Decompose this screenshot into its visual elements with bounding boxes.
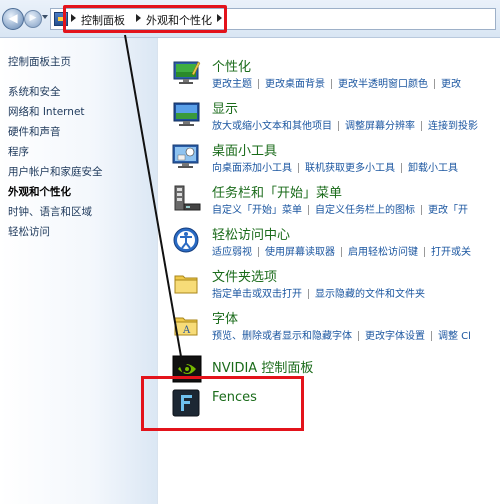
category-gadgets: 桌面小工具 向桌面添加小工具 联机获取更多小工具 卸载小工具	[172, 140, 500, 180]
category-title[interactable]: 显示	[212, 98, 238, 117]
taskbar-icon	[174, 185, 201, 211]
category-title[interactable]: 轻松访问中心	[212, 224, 290, 243]
link-window-color[interactable]: 更改半透明窗口颜色	[338, 79, 428, 90]
link-hidden-files[interactable]: 显示隐藏的文件和文件夹	[315, 289, 425, 300]
sidebar-item-programs[interactable]: 程序	[8, 144, 29, 159]
category-links: 放大或缩小文本和其他项目 调整屏幕分辨率 连接到投影	[212, 117, 478, 132]
sidebar-item-hardware-sound[interactable]: 硬件和声音	[8, 124, 61, 139]
sidebar-item-system-security[interactable]: 系统和安全	[8, 84, 61, 99]
link-customize-start[interactable]: 自定义「开始」菜单	[212, 205, 302, 216]
forward-button[interactable]: ▶	[24, 10, 42, 28]
category-fonts: A 字体 预览、删除或者显示和隐藏字体 更改字体设置 调整 Cl	[172, 308, 500, 348]
link-click-open[interactable]: 指定单击或双击打开	[212, 289, 302, 300]
link-change-background[interactable]: 更改桌面背景	[265, 79, 325, 90]
display-icon	[173, 102, 200, 126]
gadgets-icon	[172, 144, 199, 168]
category-links: 指定单击或双击打开 显示隐藏的文件和文件夹	[212, 285, 425, 300]
sidebar-item-appearance[interactable]: 外观和个性化	[8, 184, 71, 199]
sidebar-item-home[interactable]: 控制面板主页	[8, 54, 71, 69]
forward-arrow-icon: ▶	[29, 13, 37, 23]
sidebar-item-ease-of-access[interactable]: 轻松访问	[8, 224, 50, 239]
sidebar-item-clock-language[interactable]: 时钟、语言和区域	[8, 204, 92, 219]
category-links: 自定义「开始」菜单 自定义任务栏上的图标 更改「开	[212, 201, 468, 216]
link-preview-fonts[interactable]: 预览、删除或者显示和隐藏字体	[212, 331, 352, 342]
back-arrow-icon: ◀	[8, 11, 18, 25]
back-button[interactable]: ◀	[2, 8, 24, 30]
folder-options-icon	[174, 275, 198, 294]
category-title[interactable]: 文件夹选项	[212, 266, 277, 285]
address-toolbar: ◀ ▶ 控制面板 外观和个性化	[0, 0, 500, 38]
link-projector[interactable]: 连接到投影	[428, 121, 478, 132]
category-title[interactable]: 个性化	[212, 56, 251, 75]
link-change-start[interactable]: 更改「开	[428, 205, 468, 216]
link-accessibility-keys[interactable]: 启用轻松访问键	[348, 247, 418, 258]
category-folder-options: 文件夹选项 指定单击或双击打开 显示隐藏的文件和文件夹	[172, 266, 500, 306]
sidebar-item-network[interactable]: 网络和 Internet	[8, 104, 85, 119]
link-toggle-more[interactable]: 打开或关	[431, 247, 471, 258]
link-resolution[interactable]: 调整屏幕分辨率	[345, 121, 415, 132]
ease-of-access-icon	[173, 227, 199, 253]
sidebar: 控制面板主页 系统和安全 网络和 Internet 硬件和声音 程序 用户帐户和…	[0, 38, 158, 504]
link-screen-reader[interactable]: 使用屏幕读取器	[265, 247, 335, 258]
link-change-theme[interactable]: 更改主题	[212, 79, 252, 90]
link-font-settings[interactable]: 更改字体设置	[365, 331, 425, 342]
link-text-size[interactable]: 放大或缩小文本和其他项目	[212, 121, 332, 132]
category-personalization: 个性化 更改主题 更改桌面背景 更改半透明窗口颜色 更改	[172, 56, 500, 96]
category-links: 更改主题 更改桌面背景 更改半透明窗口颜色 更改	[212, 75, 461, 90]
link-cleartype[interactable]: 调整 Cl	[438, 331, 471, 342]
recent-pages-dropdown-icon[interactable]	[42, 15, 48, 19]
category-ease-of-access: 轻松访问中心 适应弱视 使用屏幕读取器 启用轻松访问键 打开或关	[172, 224, 500, 264]
category-title[interactable]: 桌面小工具	[212, 140, 277, 159]
link-change-more[interactable]: 更改	[441, 79, 461, 90]
highlight-box-fences	[141, 376, 304, 431]
category-title[interactable]: NVIDIA 控制面板	[212, 357, 313, 376]
category-links: 适应弱视 使用屏幕读取器 启用轻松访问键 打开或关	[212, 243, 471, 258]
link-get-gadgets[interactable]: 联机获取更多小工具	[305, 163, 395, 174]
fonts-icon: A	[174, 317, 198, 336]
category-taskbar: 任务栏和「开始」菜单 自定义「开始」菜单 自定义任务栏上的图标 更改「开	[172, 182, 500, 222]
link-uninstall-gadget[interactable]: 卸载小工具	[408, 163, 458, 174]
category-title[interactable]: 任务栏和「开始」菜单	[212, 182, 342, 201]
link-add-gadget[interactable]: 向桌面添加小工具	[212, 163, 292, 174]
link-taskbar-icons[interactable]: 自定义任务栏上的图标	[315, 205, 415, 216]
sidebar-item-user-accounts[interactable]: 用户帐户和家庭安全	[8, 164, 103, 179]
highlight-box-breadcrumb	[63, 5, 227, 33]
category-display: 显示 放大或缩小文本和其他项目 调整屏幕分辨率 连接到投影	[172, 98, 500, 138]
category-links: 向桌面添加小工具 联机获取更多小工具 卸载小工具	[212, 159, 458, 174]
category-links: 预览、删除或者显示和隐藏字体 更改字体设置 调整 Cl	[212, 327, 471, 342]
svg-text:A: A	[182, 325, 191, 336]
personalization-icon	[173, 61, 201, 84]
link-low-vision[interactable]: 适应弱视	[212, 247, 252, 258]
category-title[interactable]: 字体	[212, 308, 238, 327]
